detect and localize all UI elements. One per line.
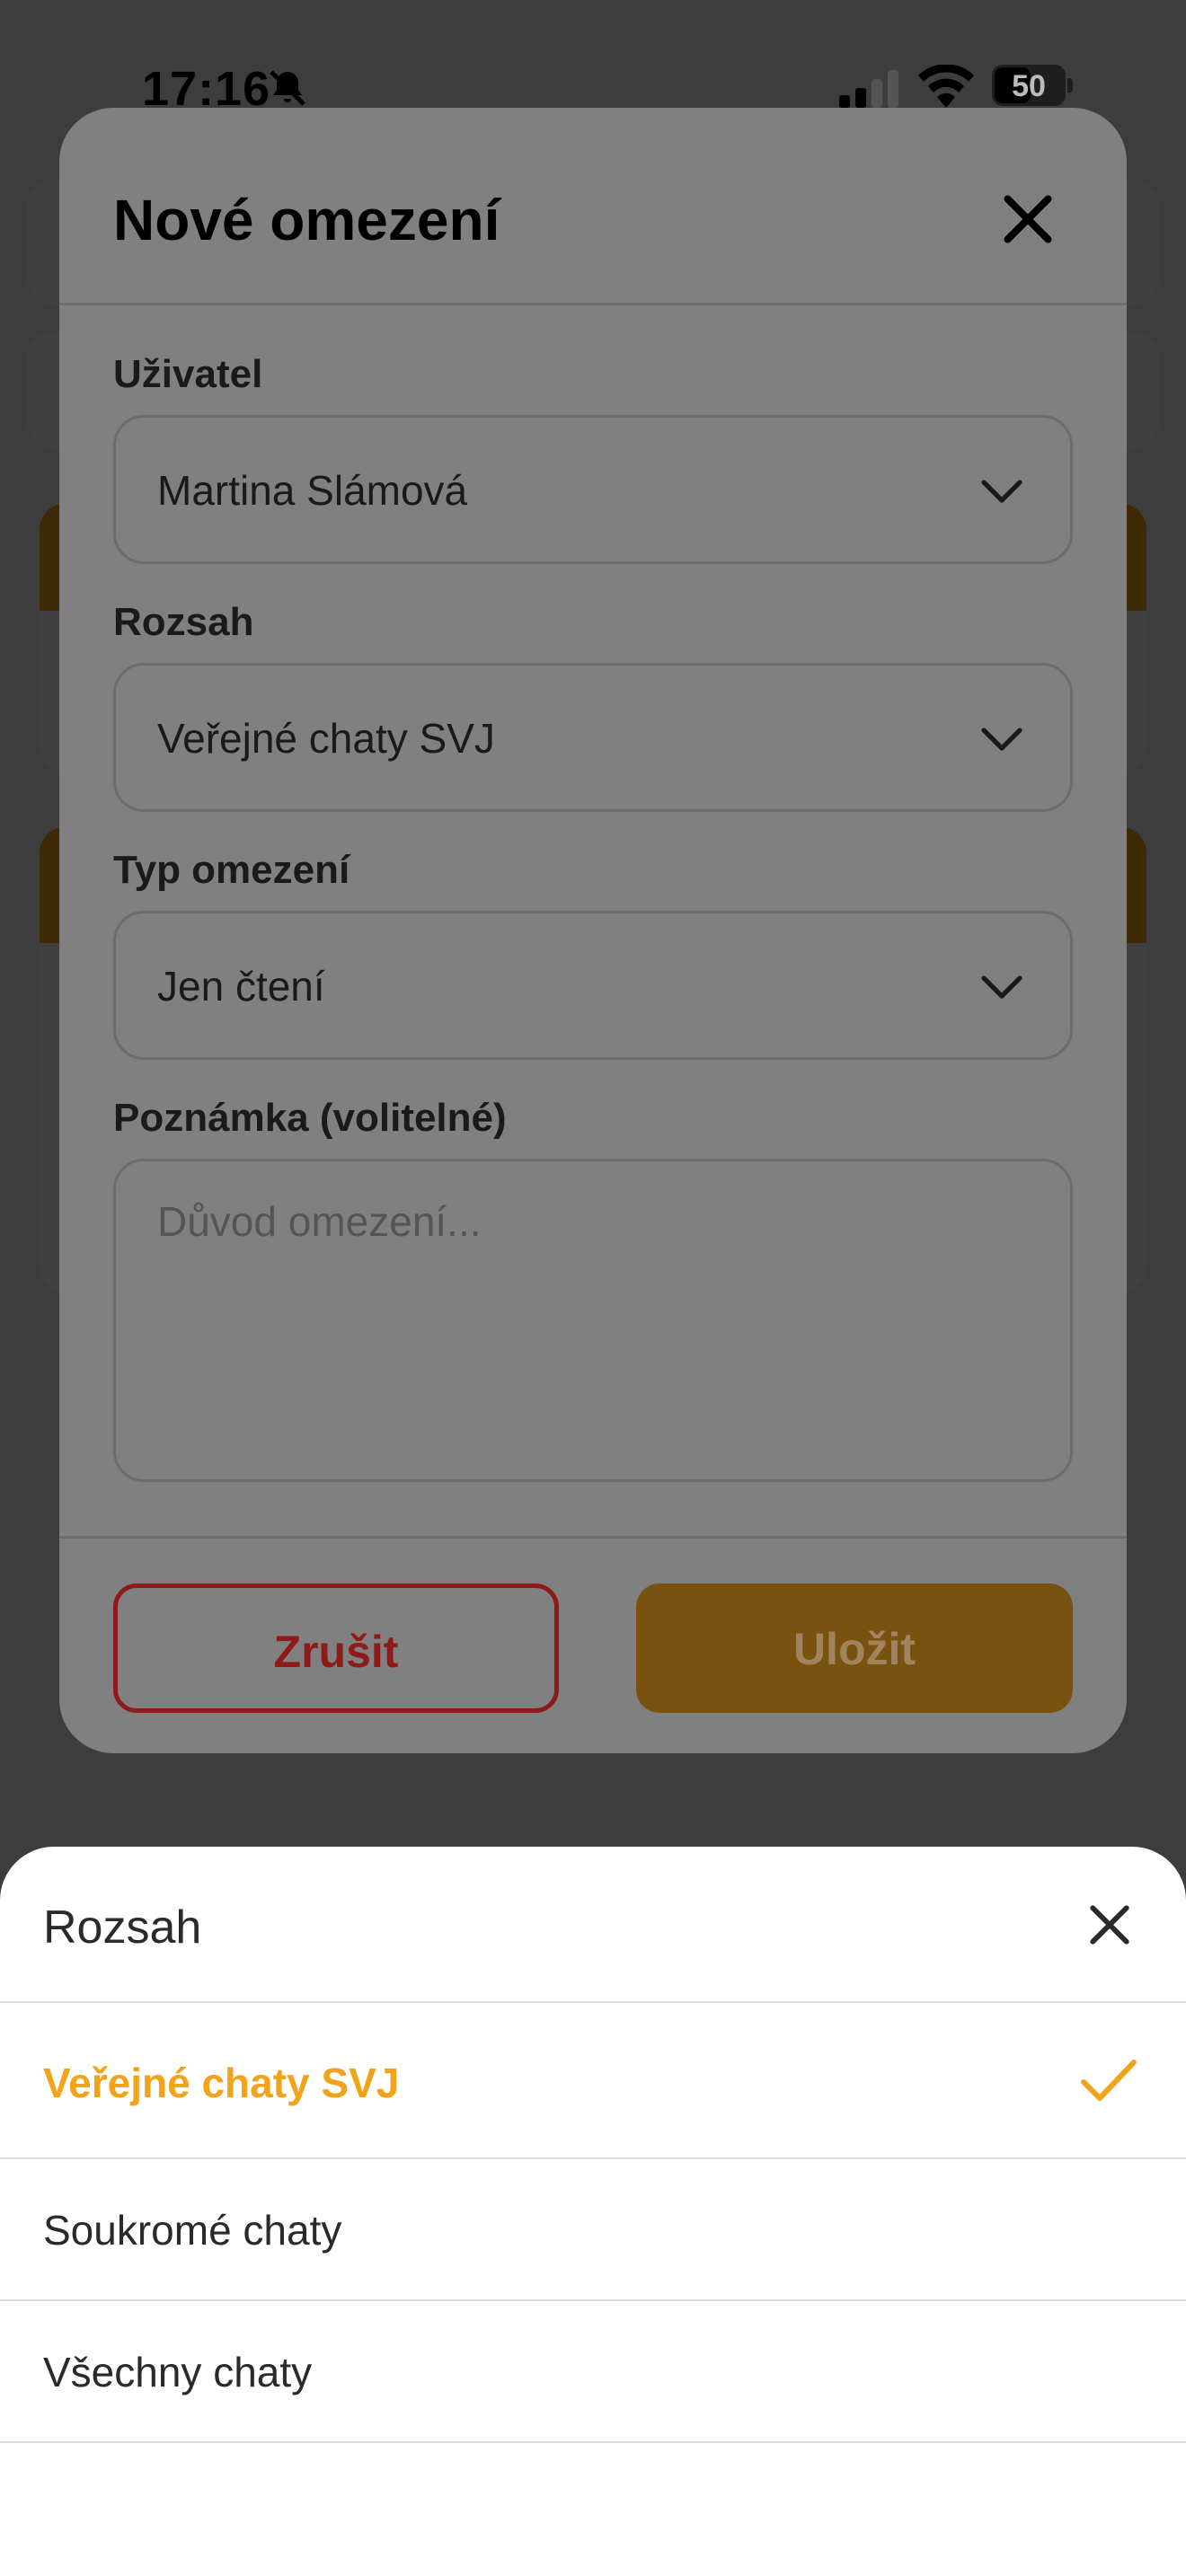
close-icon[interactable] (1001, 192, 1055, 246)
modal-header: Nové omezení (59, 108, 1127, 305)
option-label: Všechny chaty (43, 2349, 313, 2395)
note-textarea[interactable]: Důvod omezení... (113, 1159, 1073, 1482)
wifi-icon (918, 65, 974, 108)
option-label: Soukromé chaty (43, 2207, 342, 2254)
user-label: Uživatel (113, 352, 263, 396)
type-label: Typ omezení (113, 848, 350, 892)
checkmark-icon (1081, 2060, 1137, 2101)
sheet-title: Rozsah (43, 1901, 202, 1954)
modal-footer: Zrušit Uložit (59, 1536, 1127, 1753)
option-label: Veřejné chaty SVJ (43, 2060, 400, 2106)
save-button[interactable]: Uložit (636, 1584, 1073, 1713)
cancel-button[interactable]: Zrušit (113, 1584, 559, 1713)
battery-level: 50 (1012, 69, 1046, 103)
save-button-label: Uložit (792, 1624, 916, 1674)
scope-select[interactable]: Veřejné chaty SVJ (113, 663, 1073, 812)
bell-slash-icon (270, 70, 305, 106)
scope-picker-sheet: Rozsah Veřejné chaty SVJ Soukromé chaty … (0, 1847, 1186, 2576)
close-icon[interactable] (1087, 1902, 1132, 1947)
note-placeholder: Důvod omezení... (157, 1198, 482, 1245)
cancel-button-label: Zrušit (273, 1627, 399, 1677)
sheet-option-private-chats[interactable]: Soukromé chaty (0, 2159, 1186, 2301)
chevron-down-icon (981, 480, 1022, 503)
scope-label: Rozsah (113, 600, 254, 644)
type-select-value: Jen čtení (157, 963, 325, 1010)
chevron-down-icon (981, 975, 1022, 999)
sheet-option-all-chats[interactable]: Všechny chaty (0, 2301, 1186, 2443)
new-restriction-modal: Nové omezení Uživatel Martina Slámová Ro… (59, 108, 1127, 1753)
user-select[interactable]: Martina Slámová (113, 415, 1073, 564)
note-label: Poznámka (volitelné) (113, 1096, 507, 1140)
sheet-header: Rozsah (0, 1847, 1186, 2003)
battery-icon: 50 (992, 65, 1073, 106)
type-select[interactable]: Jen čtení (113, 911, 1073, 1060)
chevron-down-icon (981, 728, 1022, 751)
cellular-signal-icon (839, 70, 898, 108)
user-select-value: Martina Slámová (157, 467, 468, 514)
sheet-option-public-chats[interactable]: Veřejné chaty SVJ (0, 2003, 1186, 2159)
scope-select-value: Veřejné chaty SVJ (157, 715, 495, 762)
modal-title: Nové omezení (113, 188, 500, 252)
